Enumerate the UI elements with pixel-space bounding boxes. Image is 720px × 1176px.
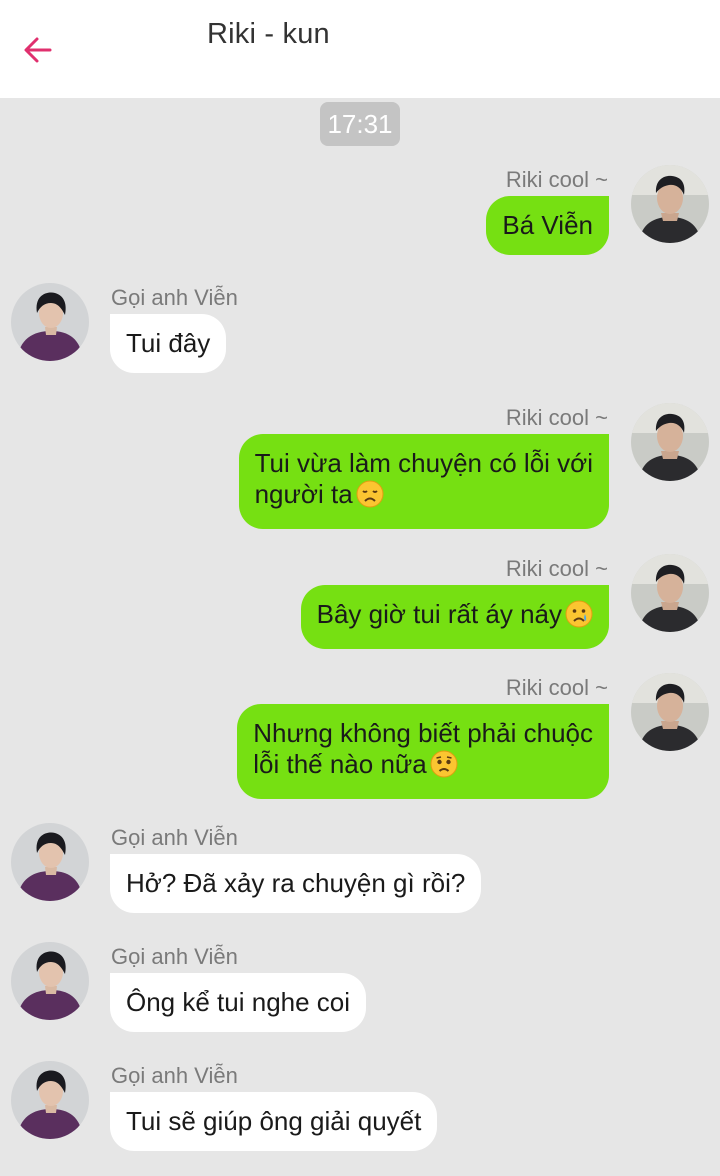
chat-title: Riki - kun bbox=[207, 18, 330, 50]
message-row: Riki cool ~ Nhưng không biết phải chuộc … bbox=[0, 673, 720, 803]
message-row: Gọi anh Viễn Hở? Đã xảy ra chuyện gì rồi… bbox=[0, 823, 720, 923]
message-text: Bá Viễn bbox=[502, 210, 593, 240]
message-bubble[interactable]: Tui sẽ giúp ông giải quyết bbox=[110, 1092, 438, 1151]
message-row: Riki cool ~ Bây giờ tui rất áy náy bbox=[0, 554, 720, 654]
sender-name: Riki cool ~ bbox=[505, 556, 608, 581]
vien-avatar-image bbox=[11, 283, 89, 361]
avatar[interactable] bbox=[11, 823, 89, 901]
avatar[interactable] bbox=[11, 1061, 89, 1139]
message-row: Riki cool ~ Bá Viễn bbox=[0, 165, 720, 265]
message-text-line: người ta bbox=[254, 479, 353, 509]
message-row: Gọi anh Viễn Tui đây bbox=[0, 283, 720, 383]
message-text: Tui đây bbox=[126, 328, 211, 358]
message-row: Gọi anh Viễn Tui sẽ giúp ông giải quyết bbox=[0, 1061, 720, 1161]
riki-avatar-image bbox=[631, 554, 709, 632]
riki-avatar-image bbox=[631, 165, 709, 243]
avatar[interactable] bbox=[11, 942, 89, 1020]
message-text-line: Tui vừa làm chuyện có lỗi với bbox=[254, 448, 593, 478]
message-bubble[interactable]: Tui đây bbox=[110, 314, 227, 373]
sender-name: Gọi anh Viễn bbox=[111, 825, 238, 850]
disappointed-face-icon bbox=[356, 480, 384, 515]
sender-name: Gọi anh Viễn bbox=[111, 285, 238, 310]
message-text: Tui sẽ giúp ông giải quyết bbox=[126, 1106, 422, 1136]
sender-name: Riki cool ~ bbox=[505, 405, 608, 430]
chat-header: Riki - kun bbox=[0, 0, 720, 98]
riki-avatar-image bbox=[631, 673, 709, 751]
message-text-line: lỗi thế nào nữa bbox=[253, 749, 427, 779]
message-text-line: Nhưng không biết phải chuộc bbox=[253, 718, 593, 748]
message-row: Gọi anh Viễn Ông kể tui nghe coi bbox=[0, 942, 720, 1042]
vien-avatar-image bbox=[11, 1061, 89, 1139]
arrow-left-icon bbox=[24, 37, 52, 63]
message-bubble[interactable]: Bá Viễn bbox=[486, 196, 609, 255]
timestamp-chip: 17:31 bbox=[320, 102, 400, 146]
riki-avatar-image bbox=[631, 403, 709, 481]
back-button[interactable] bbox=[18, 30, 58, 70]
avatar[interactable] bbox=[631, 403, 709, 481]
message-text: Ông kể tui nghe coi bbox=[126, 987, 351, 1017]
sender-name: Riki cool ~ bbox=[505, 167, 608, 192]
vien-avatar-image bbox=[11, 823, 89, 901]
message-bubble[interactable]: Hở? Đã xảy ra chuyện gì rồi? bbox=[110, 854, 482, 913]
avatar[interactable] bbox=[631, 165, 709, 243]
sender-name: Riki cool ~ bbox=[505, 675, 608, 700]
message-bubble[interactable]: Ông kể tui nghe coi bbox=[110, 973, 367, 1032]
crying-face-icon bbox=[565, 600, 593, 635]
message-bubble[interactable]: Nhưng không biết phải chuộc lỗi thế nào … bbox=[237, 704, 609, 799]
message-text: Bây giờ tui rất áy náy bbox=[316, 599, 562, 629]
sender-name: Gọi anh Viễn bbox=[111, 1063, 238, 1088]
avatar[interactable] bbox=[631, 673, 709, 751]
message-bubble[interactable]: Bây giờ tui rất áy náy bbox=[300, 585, 609, 649]
message-text: Hở? Đã xảy ra chuyện gì rồi? bbox=[126, 868, 466, 898]
message-bubble[interactable]: Tui vừa làm chuyện có lỗi với người ta bbox=[238, 434, 609, 529]
message-row: Riki cool ~ Tui vừa làm chuyện có lỗi vớ… bbox=[0, 403, 720, 533]
worried-face-icon bbox=[430, 750, 458, 785]
chat-screen: Riki - kun 17:31 Riki cool ~ Bá Viễn Gọi… bbox=[0, 0, 720, 1176]
avatar[interactable] bbox=[631, 554, 709, 632]
vien-avatar-image bbox=[11, 942, 89, 1020]
sender-name: Gọi anh Viễn bbox=[111, 944, 238, 969]
avatar[interactable] bbox=[11, 283, 89, 361]
